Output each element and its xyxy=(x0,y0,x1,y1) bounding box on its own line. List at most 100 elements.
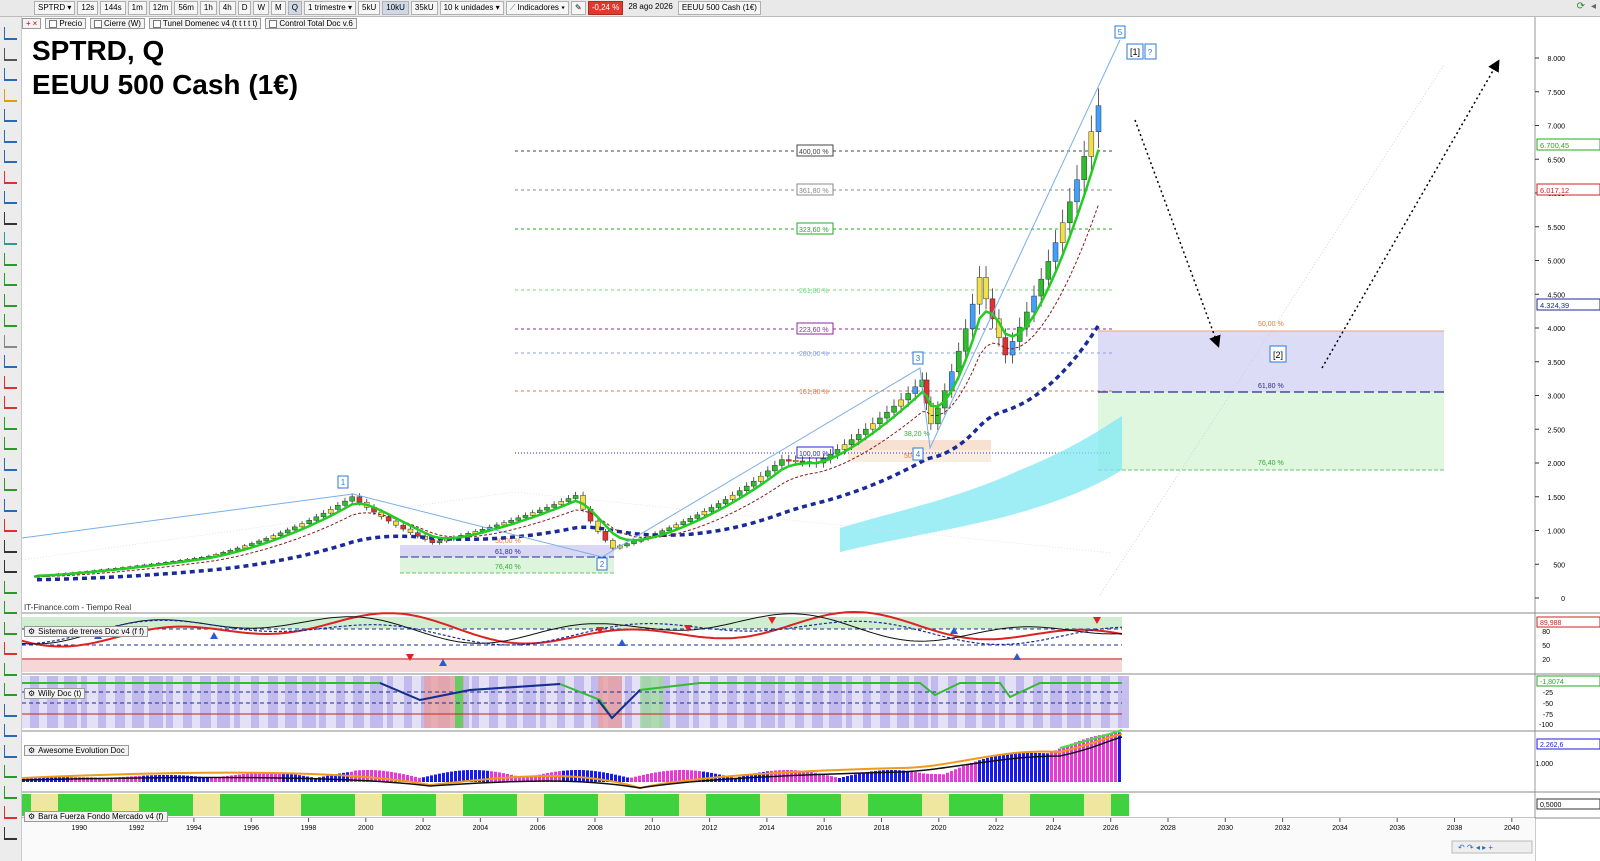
drawing-tool-icon[interactable] xyxy=(4,498,17,512)
draw-icon[interactable]: ✎ xyxy=(571,1,586,15)
timeframe-12s[interactable]: 12s xyxy=(77,1,99,15)
gear-icon[interactable]: ⚙ xyxy=(28,627,35,636)
drawing-tool-icon[interactable] xyxy=(4,744,17,758)
drawing-tool-icon[interactable] xyxy=(4,191,17,204)
drawing-tool-icon[interactable] xyxy=(4,47,17,61)
units-5ku[interactable]: 5kU xyxy=(358,1,381,15)
timeframe-m[interactable]: M xyxy=(271,1,286,15)
drawing-tool-icon[interactable] xyxy=(4,806,17,819)
drawing-tool-icon[interactable] xyxy=(4,334,17,348)
awesome-bar xyxy=(798,770,801,782)
drawing-tool-icon[interactable] xyxy=(4,252,17,266)
main-chart[interactable]: 8.000 7.500 7.000 6.500 6.000 5.500 5.000 4.500… xyxy=(0,0,1600,861)
drawing-tool-icon[interactable] xyxy=(4,765,17,778)
units-35ku[interactable]: 35kU xyxy=(410,1,438,15)
awesome-bar xyxy=(478,770,481,782)
willy-bar xyxy=(523,676,536,728)
add-layer-button[interactable]: + × xyxy=(22,18,42,29)
layer-item[interactable]: Tunel Domenec v4 (t t t t t) xyxy=(148,18,262,29)
drawing-tool-icon[interactable] xyxy=(4,478,17,491)
drawing-tool-icon[interactable] xyxy=(4,437,17,450)
drawing-tool-icon[interactable] xyxy=(4,826,17,840)
candle xyxy=(120,567,126,570)
candle xyxy=(758,475,764,482)
drawing-tool-icon[interactable] xyxy=(4,560,17,573)
checkbox-icon[interactable] xyxy=(49,19,58,28)
awesome-bar xyxy=(1002,754,1005,782)
drawing-tool-icon[interactable] xyxy=(4,68,17,81)
drawing-tool-icon[interactable] xyxy=(4,519,17,532)
drawing-tool-icon[interactable] xyxy=(4,703,17,717)
units-10ku[interactable]: 10kU xyxy=(382,1,409,15)
period-dropdown[interactable]: 1 trimestre ▾ xyxy=(303,1,356,15)
barra-block xyxy=(553,794,562,816)
layer-item[interactable]: Cierre (W) xyxy=(90,18,145,29)
drawing-tool-icon[interactable] xyxy=(4,396,17,409)
drawing-tool-icon[interactable] xyxy=(4,375,17,389)
drawing-tool-icon[interactable] xyxy=(4,27,17,40)
drawing-tool-icon[interactable] xyxy=(4,355,17,368)
gear-icon[interactable]: ⚙ xyxy=(28,689,35,698)
indicators-button[interactable]: ⟋ Indicadores ▾ xyxy=(505,1,570,15)
symbol-selector[interactable]: SPTRD ▾ xyxy=(34,1,76,15)
gear-icon[interactable]: ⚙ xyxy=(28,746,35,755)
refresh-icon[interactable]: ⟳ xyxy=(1577,1,1585,12)
indicator-tag-label: -1,8074 xyxy=(1540,679,1564,686)
checkbox-icon[interactable] xyxy=(94,19,103,28)
layer-item[interactable]: Precio xyxy=(45,18,87,29)
candle xyxy=(673,524,680,529)
drawing-tool-icon[interactable] xyxy=(4,580,17,594)
indicator-label-willy[interactable]: ⚙ Willy Doc (t) xyxy=(24,688,86,699)
arrow-left-icon[interactable]: ◂ xyxy=(1591,1,1596,12)
checkbox-icon[interactable] xyxy=(269,19,278,28)
time-tick-label: 1998 xyxy=(301,825,317,832)
indicator-label-trenes[interactable]: ⚙ Sistema de trenes Doc v4 (f f) xyxy=(24,626,148,637)
checkbox-icon[interactable] xyxy=(152,19,161,28)
drawing-tool-icon[interactable] xyxy=(4,314,17,327)
drawing-tool-icon[interactable] xyxy=(4,642,17,655)
drawing-tool-icon[interactable] xyxy=(4,129,17,143)
drawing-tool-icon[interactable] xyxy=(4,211,17,225)
layer-item[interactable]: Control Total Doc v.6 xyxy=(265,18,357,29)
units-dropdown[interactable]: 10 k unidades ▾ xyxy=(439,1,504,15)
drawing-tool-icon[interactable] xyxy=(4,539,17,553)
candle xyxy=(415,532,421,537)
awesome-bar xyxy=(126,776,129,782)
drawing-tool-icon[interactable] xyxy=(4,724,17,737)
drawing-tool-icon[interactable] xyxy=(4,457,17,471)
timeframe-4h[interactable]: 4h xyxy=(218,1,236,15)
drawing-tool-icon[interactable] xyxy=(4,293,17,307)
gear-icon[interactable]: ⚙ xyxy=(28,812,35,821)
drawing-tool-icon[interactable] xyxy=(4,601,17,614)
timeframe-12m[interactable]: 12m xyxy=(148,1,173,15)
awesome-bar xyxy=(510,774,513,782)
drawing-tool-icon[interactable] xyxy=(4,232,17,245)
timeframe-1m[interactable]: 1m xyxy=(127,1,147,15)
drawing-tool-icon[interactable] xyxy=(4,150,17,163)
drawing-tool-icon[interactable] xyxy=(4,273,17,286)
willy-bar xyxy=(999,676,1005,728)
drawing-tool-icon[interactable] xyxy=(4,170,17,184)
drawing-tool-icon[interactable] xyxy=(4,662,17,676)
drawing-tool-icon[interactable] xyxy=(4,416,17,430)
drawing-tool-icon[interactable] xyxy=(4,109,17,122)
drawing-tool-icon[interactable] xyxy=(4,683,17,696)
candle xyxy=(522,515,529,519)
barra-block xyxy=(670,794,679,816)
timeframe-w[interactable]: W xyxy=(253,1,270,15)
indicator-label-barra[interactable]: ⚙ Barra Fuerza Fondo Mercado v4 (f) xyxy=(24,811,168,822)
awesome-bar xyxy=(1038,753,1041,782)
drawing-tool-icon[interactable] xyxy=(4,621,17,635)
timeframe-1h[interactable]: 1h xyxy=(199,1,217,15)
plus-icon: + xyxy=(26,18,31,28)
awesome-bar xyxy=(70,777,73,782)
drawing-tool-icon[interactable] xyxy=(4,785,17,799)
drawing-tool-icon[interactable] xyxy=(4,88,17,102)
timeframe-q[interactable]: Q xyxy=(287,1,302,15)
indicator-label-awesome[interactable]: ⚙ Awesome Evolution Doc xyxy=(24,745,129,756)
timeframe-d[interactable]: D xyxy=(237,1,252,15)
timeframe-144s[interactable]: 144s xyxy=(100,1,126,15)
timeframe-56m[interactable]: 56m xyxy=(174,1,198,15)
awesome-bar xyxy=(1030,752,1033,782)
awesome-bar xyxy=(1118,732,1121,782)
